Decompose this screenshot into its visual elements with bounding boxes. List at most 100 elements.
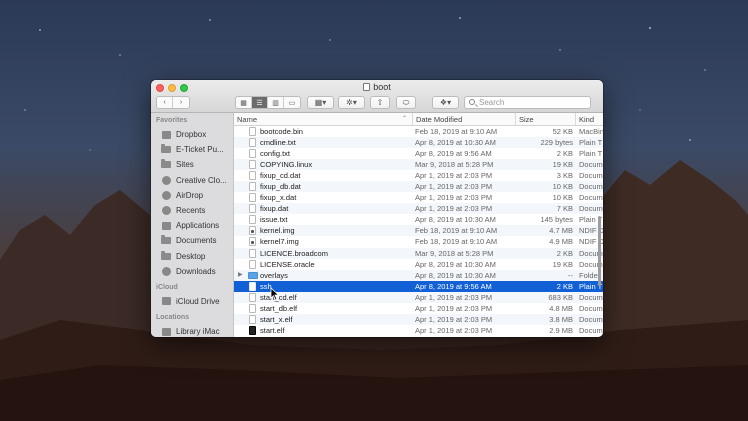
file-size: 4.7 MB	[549, 226, 573, 236]
disk-image-icon	[249, 226, 256, 236]
sidebar-item-label: Dropbox	[176, 130, 207, 140]
file-size: 229 bytes	[540, 138, 573, 148]
table-row[interactable]: kernel7.img Feb 18, 2019 at 9:10 AM 4.9 MB…	[234, 236, 603, 247]
file-size: 2.9 MB	[549, 325, 573, 335]
table-row[interactable]: start_db.elf Apr 1, 2019 at 2:03 PM 4.8 MB…	[234, 303, 603, 314]
document-icon	[249, 314, 256, 324]
file-name: overlays	[260, 270, 288, 280]
tag-icon: ⬭	[402, 97, 410, 107]
tags-button[interactable]: ⬭	[396, 96, 416, 109]
table-row[interactable]: ▶ overlays Apr 8, 2019 at 10:30 AM -- Folder	[234, 269, 603, 281]
group-icon: ▦▾	[314, 98, 327, 107]
dropbox-icon: ❖▾	[439, 98, 452, 107]
titlebar: boot ‹ › ▦ ☰ ▥ ▭ ▦▾ ✲▾ ⇧ ⬭ ❖▾ Search	[151, 80, 603, 113]
table-row[interactable]: fixup_cd.dat Apr 1, 2019 at 2:03 PM 3 KB Do…	[234, 170, 603, 181]
window-title: boot	[151, 82, 603, 92]
column-name[interactable]: Name	[234, 113, 412, 126]
sidebar-item-dropbox[interactable]: Dropbox	[151, 127, 233, 142]
dropbox-button[interactable]: ❖▾	[432, 96, 459, 109]
back-button[interactable]: ‹	[157, 97, 173, 108]
sidebar-item-label: iCloud Drive	[176, 296, 220, 306]
sidebar-item-airdrop[interactable]: AirDrop	[151, 188, 233, 203]
table-row[interactable]: bootcode.bin Feb 18, 2019 at 9:10 AM 52 KB…	[234, 126, 603, 137]
column-view-button[interactable]: ▥	[268, 97, 284, 108]
sidebar-item-recents[interactable]: Recents	[151, 203, 233, 218]
forward-button[interactable]: ›	[173, 97, 189, 108]
table-row[interactable]: fixup_db.dat Apr 1, 2019 at 2:03 PM 10 KB D…	[234, 181, 603, 193]
file-date: Apr 1, 2019 at 2:03 PM	[415, 325, 493, 335]
file-kind: Docum	[579, 303, 603, 313]
sidebar-item-icloud-drive[interactable]: iCloud Drive	[151, 294, 233, 309]
table-row[interactable]: LICENSE.oracle Apr 8, 2019 at 10:30 AM 19 …	[234, 259, 603, 270]
mouse-cursor-icon	[270, 287, 280, 301]
file-kind: Docum	[579, 193, 603, 203]
sidebar-item-library-imac[interactable]: Library iMac	[151, 324, 233, 337]
document-icon	[249, 303, 256, 313]
icon-view-button[interactable]: ▦	[236, 97, 252, 108]
file-date: Apr 1, 2019 at 2:03 PM	[415, 171, 493, 181]
document-icon	[249, 138, 256, 148]
sidebar-item-sites[interactable]: Sites	[151, 157, 233, 172]
file-name: fixup_x.dat	[260, 193, 297, 203]
document-icon	[249, 149, 256, 159]
column-date[interactable]: Date Modified	[412, 113, 515, 126]
sidebar-item-applications[interactable]: Applications	[151, 218, 233, 233]
file-size: 52 KB	[552, 127, 573, 136]
file-kind: Docum	[579, 314, 603, 324]
file-date: Apr 1, 2019 at 2:03 PM	[415, 292, 493, 302]
file-kind: Docum	[579, 160, 603, 170]
share-button[interactable]: ⇧	[370, 96, 390, 109]
file-name: kernel.img	[260, 226, 295, 236]
sidebar-item-desktop[interactable]: Desktop	[151, 249, 233, 264]
table-row[interactable]: issue.txt Apr 8, 2019 at 10:30 AM 145 byte…	[234, 214, 603, 225]
document-icon	[249, 171, 256, 181]
column-kind[interactable]: Kind	[575, 113, 603, 126]
imac-icon	[161, 327, 171, 336]
document-icon	[249, 182, 256, 192]
table-row[interactable]: start_x.elf Apr 1, 2019 at 2:03 PM 3.8 MB D…	[234, 313, 603, 325]
file-name: cmdline.txt	[260, 138, 296, 148]
file-date: Feb 18, 2019 at 9:10 AM	[415, 237, 498, 247]
file-date: Apr 8, 2019 at 10:30 AM	[415, 138, 496, 148]
action-button[interactable]: ✲▾	[338, 96, 365, 109]
table-row[interactable]: kernel.img Feb 18, 2019 at 9:10 AM 4.7 MB N…	[234, 225, 603, 237]
sidebar-item-downloads[interactable]: Downloads	[151, 264, 233, 279]
sidebar-item-label: Desktop	[176, 251, 206, 261]
table-row[interactable]: COPYING.linux Mar 9, 2018 at 5:28 PM 19 KB…	[234, 159, 603, 171]
file-name: fixup.dat	[260, 204, 289, 214]
file-name: LICENCE.broadcom	[260, 248, 328, 258]
table-row[interactable]: fixup.dat Apr 1, 2019 at 2:03 PM 7 KB Docum	[234, 203, 603, 215]
sidebar-item-documents[interactable]: Documents	[151, 233, 233, 248]
table-row[interactable]: fixup_x.dat Apr 1, 2019 at 2:03 PM 10 KB Do…	[234, 192, 603, 203]
disclosure-triangle-icon[interactable]: ▶	[238, 270, 243, 281]
file-rows: bootcode.bin Feb 18, 2019 at 9:10 AM 52 KB…	[234, 126, 603, 336]
search-input[interactable]: Search	[464, 96, 591, 109]
vertical-scrollbar[interactable]	[598, 216, 601, 286]
folder-icon	[248, 271, 258, 279]
group-by-button[interactable]: ▦▾	[307, 96, 334, 109]
table-row[interactable]: ssh Apr 8, 2019 at 9:56 AM 2 KB Plain T	[234, 280, 603, 292]
table-row[interactable]: start.elf Apr 1, 2019 at 2:03 PM 2.9 MB Doc…	[234, 325, 603, 336]
table-row[interactable]: config.txt Apr 8, 2019 at 9:56 AM 2 KB Plai…	[234, 148, 603, 159]
table-row[interactable]: start_cd.elf Apr 1, 2019 at 2:03 PM 683 KB…	[234, 291, 603, 303]
table-row[interactable]: cmdline.txt Apr 8, 2019 at 10:30 AM 229 by…	[234, 137, 603, 149]
sidebar-item-creative-clo[interactable]: Creative Clo...	[151, 173, 233, 188]
gallery-view-button[interactable]: ▭	[284, 97, 300, 108]
documents-icon	[161, 235, 171, 245]
file-date: Apr 8, 2019 at 10:30 AM	[415, 215, 496, 225]
file-name: start.elf	[260, 325, 285, 335]
file-date: Apr 1, 2019 at 2:03 PM	[415, 314, 493, 324]
file-kind: Docum	[579, 325, 603, 335]
downloads-icon	[161, 266, 171, 276]
file-name: COPYING.linux	[260, 160, 313, 170]
list-view-button[interactable]: ☰	[252, 97, 268, 108]
column-size[interactable]: Size	[515, 113, 575, 126]
file-date: Apr 8, 2019 at 9:56 AM	[415, 281, 492, 291]
folder-icon	[161, 144, 171, 154]
sidebar-header-locations: Locations	[156, 314, 190, 322]
table-row[interactable]: LICENCE.broadcom Mar 9, 2018 at 5:28 PM 2 …	[234, 247, 603, 259]
sidebar-header-icloud: iCloud	[156, 283, 178, 291]
clock-icon	[161, 206, 171, 216]
sidebar-item-e-ticket-pu[interactable]: E-Ticket Pu...	[151, 142, 233, 157]
file-kind: Docum	[579, 171, 603, 181]
